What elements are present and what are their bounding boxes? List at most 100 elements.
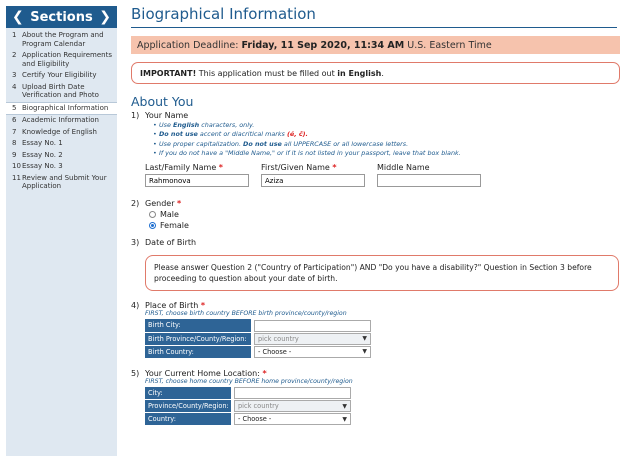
main-content: Biographical Information Application Dea… bbox=[131, 0, 621, 427]
middle-name-input[interactable] bbox=[377, 174, 481, 188]
home-city-label: City: bbox=[145, 386, 231, 401]
sidebar-item-about-program[interactable]: 1 About the Program and Program Calendar bbox=[6, 30, 117, 50]
sidebar-item-number: 4 bbox=[12, 82, 17, 91]
sidebar-item-number: 6 bbox=[12, 116, 17, 124]
tip-item: Use English characters, only. bbox=[153, 121, 621, 131]
gender-option-male[interactable]: Male bbox=[149, 209, 621, 220]
last-name-input[interactable] bbox=[145, 174, 249, 188]
required-mark: * bbox=[177, 199, 182, 209]
tip-item: If you do not have a "Middle Name," or i… bbox=[153, 149, 621, 159]
first-name-input[interactable] bbox=[261, 174, 365, 188]
sidebar-item-essay-3[interactable]: 10 Essay No. 3 bbox=[6, 161, 117, 173]
required-mark: * bbox=[332, 163, 337, 173]
sidebar-item-label: About the Program and Program Calendar bbox=[22, 31, 104, 48]
radio-label: Female bbox=[160, 221, 189, 231]
first-name-label-text: First/Given Name bbox=[261, 163, 330, 173]
question-label: Gender bbox=[145, 199, 175, 209]
tip-emphasis: Do not use bbox=[243, 139, 282, 148]
important-label: IMPORTANT! bbox=[140, 68, 197, 78]
tip-item: Do not use accent or diacritical marks (… bbox=[153, 130, 621, 140]
question-number: 3) bbox=[131, 238, 140, 248]
sidebar-item-number: 5 bbox=[12, 103, 17, 112]
select-value: - Choose - bbox=[238, 415, 272, 424]
question-label: Your Current Home Location: bbox=[145, 368, 260, 378]
last-name-label: Last/Family Name * bbox=[145, 163, 261, 172]
required-mark: * bbox=[218, 163, 223, 173]
radio-button[interactable] bbox=[149, 211, 156, 219]
sidebar-item-label: Essay No. 1 bbox=[22, 139, 63, 147]
sidebar-item-english[interactable]: 7 Knowledge of English bbox=[6, 127, 117, 139]
birth-country-cell: - Choose - ▼ bbox=[251, 345, 371, 358]
tip-emphasis: English bbox=[173, 121, 200, 129]
select-value: - Choose - bbox=[258, 347, 292, 356]
first-name-label: First/Given Name * bbox=[261, 163, 377, 172]
tip-text: Use proper capitalization. bbox=[159, 139, 241, 148]
question-home-location: 5) Your Current Home Location: * bbox=[131, 369, 621, 378]
question-number: 1) bbox=[131, 111, 140, 120]
tip-text: accent or diacritical marks bbox=[199, 130, 285, 139]
sections-title: Sections bbox=[30, 9, 93, 25]
tip-item: Use proper capitalization. Do not use al… bbox=[153, 139, 621, 150]
required-mark: * bbox=[262, 368, 267, 378]
home-city-input[interactable] bbox=[234, 387, 351, 400]
question-number: 2) bbox=[131, 199, 140, 209]
sidebar-item-number: 8 bbox=[12, 139, 17, 147]
sidebar-item-upload[interactable]: 4 Upload Birth Date Verification and Phot… bbox=[6, 82, 117, 102]
sidebar-item-label: Knowledge of English bbox=[22, 127, 97, 136]
sections-header: ❮ Sections ❯ bbox=[6, 6, 117, 28]
chevron-down-icon: ▼ bbox=[342, 402, 347, 410]
select-value: pick country bbox=[238, 402, 279, 411]
birth-country-select[interactable]: - Choose - ▼ bbox=[254, 345, 371, 358]
middle-name-group: Middle Name bbox=[377, 163, 493, 188]
sidebar-item-number: 7 bbox=[12, 127, 17, 136]
radio-button-selected[interactable] bbox=[149, 222, 156, 230]
sidebar-item-number: 10 bbox=[12, 162, 21, 170]
question-number: 4) bbox=[131, 301, 140, 311]
last-name-label-text: Last/Family Name bbox=[145, 163, 217, 173]
sidebar-item-essay-1[interactable]: 8 Essay No. 1 bbox=[6, 138, 117, 150]
chevron-down-icon: ▼ bbox=[342, 415, 347, 423]
tip-example: (é, č). bbox=[286, 130, 308, 139]
deadline-value: Friday, 11 Sep 2020, 11:34 AM bbox=[241, 39, 405, 51]
important-end: . bbox=[381, 68, 384, 78]
sidebar-item-number: 2 bbox=[12, 51, 17, 59]
home-country-label: Country: bbox=[145, 412, 231, 427]
sidebar-item-label: Academic Information bbox=[22, 116, 99, 124]
sidebar-item-essay-2[interactable]: 9 Essay No. 2 bbox=[6, 150, 117, 162]
sidebar-item-certify[interactable]: 3 Certify Your Eligibility bbox=[6, 70, 117, 82]
tip-text: Use bbox=[159, 121, 171, 129]
home-city-cell bbox=[231, 387, 351, 400]
birth-city-label: Birth City: bbox=[145, 319, 251, 333]
home-province-label: Province/County/Region: bbox=[145, 399, 231, 414]
sidebar-item-number: 9 bbox=[12, 150, 17, 159]
last-name-group: Last/Family Name * bbox=[145, 163, 261, 188]
question-label: Date of Birth bbox=[145, 238, 197, 248]
home-country-cell: - Choose - ▼ bbox=[231, 413, 351, 426]
sidebar-item-biographical[interactable]: 5 Biographical Information bbox=[6, 101, 117, 115]
sidebar-item-label: Essay No. 2 bbox=[22, 150, 63, 159]
sidebar-item-label: Biographical Information bbox=[22, 103, 109, 112]
deadline-suffix: U.S. Eastern Time bbox=[407, 39, 492, 51]
important-notice: IMPORTANT! This application must be fill… bbox=[131, 62, 620, 84]
sidebar-item-review-submit[interactable]: 11 Review and Submit Your Application bbox=[6, 173, 117, 193]
chevron-right-icon[interactable]: ❯ bbox=[99, 10, 111, 24]
chevron-down-icon: ▼ bbox=[362, 335, 367, 343]
home-country-select[interactable]: - Choose - ▼ bbox=[234, 413, 351, 426]
first-name-group: First/Given Name * bbox=[261, 163, 377, 188]
middle-name-label: Middle Name bbox=[377, 163, 430, 173]
sections-sidebar: ❮ Sections ❯ 1 About the Program and Prog… bbox=[6, 6, 117, 456]
birth-province-select[interactable]: pick country ▼ bbox=[254, 332, 371, 345]
question-number: 5) bbox=[131, 368, 140, 378]
radio-label: Male bbox=[160, 210, 179, 220]
home-province-select[interactable]: pick country ▼ bbox=[234, 400, 351, 413]
chevron-left-icon[interactable]: ❮ bbox=[12, 10, 24, 24]
important-lang: in English bbox=[337, 68, 382, 78]
question-your-name: 1) Your Name bbox=[131, 111, 621, 120]
birth-city-cell bbox=[251, 319, 371, 332]
birth-location-table: Birth City: Birth Province/County/Region… bbox=[145, 319, 371, 359]
birth-city-input[interactable] bbox=[254, 319, 371, 332]
gender-option-female[interactable]: Female bbox=[149, 220, 621, 231]
sections-list: 1 About the Program and Program Calendar … bbox=[6, 28, 117, 193]
sidebar-item-academic[interactable]: 6 Academic Information bbox=[6, 115, 117, 127]
sidebar-item-requirements[interactable]: 2 Application Requirements and Eligibilit… bbox=[6, 50, 117, 70]
